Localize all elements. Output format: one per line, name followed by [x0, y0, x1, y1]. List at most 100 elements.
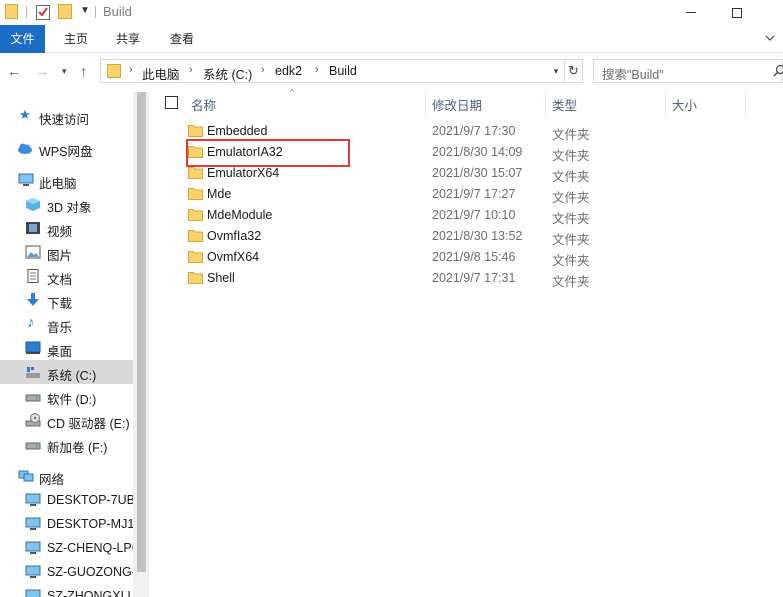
refresh-button[interactable]: ↻	[565, 59, 583, 83]
nav-item-label: 系统 (C:)	[47, 369, 97, 383]
nav-item-documents[interactable]: 文档	[0, 264, 133, 288]
column-divider[interactable]	[545, 91, 546, 117]
nav-item-software-d[interactable]: 软件 (D:)	[0, 384, 133, 408]
file-row[interactable]: EmulatorX64 2021/8/30 15:07 文件夹	[180, 163, 780, 184]
column-divider[interactable]	[425, 91, 426, 117]
column-header-name[interactable]: 名称	[191, 95, 216, 114]
window-title: Build	[103, 4, 132, 19]
new-folder-icon[interactable]	[58, 4, 72, 19]
file-date: 2021/8/30 14:09	[432, 145, 523, 159]
forward-button[interactable]: →	[35, 63, 49, 79]
maximize-icon	[732, 7, 742, 18]
navigation-bar: ← → ▾ ↑ › 此电脑 › 系统 (C:) › edk2 › Build ▾…	[0, 55, 783, 87]
file-type: 文件夹	[552, 275, 590, 289]
file-row[interactable]: Mde 2021/9/7 17:27 文件夹	[180, 184, 780, 205]
star-icon: ★	[19, 107, 31, 122]
nav-item-pictures[interactable]: 图片	[0, 240, 133, 264]
nav-item-network-computer[interactable]: SZ-CHENQ-LPC	[0, 536, 141, 560]
column-header-size[interactable]: 大小	[672, 95, 697, 114]
column-divider[interactable]	[665, 91, 666, 117]
file-type: 文件夹	[552, 191, 590, 205]
tab-share[interactable]: 共享	[107, 25, 149, 53]
nav-item-downloads[interactable]: 下载	[0, 288, 133, 312]
drive-icon	[25, 442, 41, 450]
breadcrumb-chevron-icon[interactable]: ›	[189, 64, 193, 76]
breadcrumb-system-c[interactable]: 系统 (C:)	[203, 64, 252, 83]
breadcrumb-this-pc[interactable]: 此电脑	[142, 64, 180, 83]
nav-item-label: DESKTOP-MJ1S	[47, 517, 143, 531]
nav-item-network[interactable]: 网络	[0, 464, 133, 488]
nav-item-system-c[interactable]: 系统 (C:)	[0, 360, 133, 384]
up-button[interactable]: ↑	[80, 63, 87, 79]
monitor-icon	[25, 565, 41, 578]
file-date: 2021/8/30 15:07	[432, 166, 523, 180]
address-bar[interactable]: › 此电脑 › 系统 (C:) › edk2 › Build ▾	[100, 59, 565, 83]
nav-item-label: SZ-CHENQ-LPC	[47, 541, 141, 555]
monitor-icon	[25, 493, 41, 506]
nav-item-new-volume-f[interactable]: 新加卷 (F:)	[0, 432, 133, 456]
nav-item-network-computer[interactable]: SZ-GUOZONG-	[0, 560, 136, 584]
nav-item-label: DESKTOP-7UBA	[47, 493, 144, 507]
file-row[interactable]: OvmfX64 2021/9/8 15:46 文件夹	[180, 247, 780, 268]
nav-item-label: 3D 对象	[47, 201, 92, 215]
nav-item-quick-access[interactable]: ★ 快速访问	[0, 104, 133, 128]
breadcrumb-chevron-icon[interactable]: ›	[261, 64, 265, 76]
nav-item-cd-drive-e[interactable]: CD 驱动器 (E:)	[0, 408, 133, 432]
search-icon[interactable]	[773, 64, 783, 77]
nav-pane-scrollbar[interactable]	[133, 92, 149, 597]
folder-icon	[188, 272, 203, 284]
nav-item-videos[interactable]: 视频	[0, 216, 133, 240]
file-row[interactable]: OvmfIa32 2021/8/30 13:52 文件夹	[180, 226, 780, 247]
column-divider[interactable]	[745, 91, 746, 117]
tab-view[interactable]: 查看	[161, 25, 203, 53]
maximize-button[interactable]	[714, 0, 760, 25]
music-icon: ♪	[27, 314, 35, 331]
nav-item-label: 视频	[47, 225, 73, 239]
nav-item-network-computer[interactable]: DESKTOP-MJ1S	[0, 512, 143, 536]
file-row[interactable]: MdeModule 2021/9/7 10:10 文件夹	[180, 205, 780, 226]
file-date: 2021/9/7 17:31	[432, 271, 516, 285]
scrollbar-thumb[interactable]	[137, 92, 146, 572]
network-icon	[18, 470, 34, 482]
tab-file[interactable]: 文件	[0, 25, 45, 53]
nav-item-label: SZ-ZHONGXLL	[47, 589, 135, 597]
nav-item-label: 网络	[39, 473, 65, 487]
nav-item-music[interactable]: ♪ 音乐	[0, 312, 133, 336]
minimize-button[interactable]	[668, 0, 714, 25]
nav-item-3d-objects[interactable]: 3D 对象	[0, 192, 133, 216]
search-input[interactable]: 搜索"Build"	[593, 59, 783, 83]
file-row[interactable]: EmulatorIA32 2021/8/30 14:09 文件夹	[180, 142, 780, 163]
column-header-modified[interactable]: 修改日期	[432, 95, 482, 114]
nav-item-label: 此电脑	[39, 177, 77, 191]
breadcrumb-edk2[interactable]: edk2	[275, 64, 302, 78]
file-row[interactable]: Shell 2021/9/7 17:31 文件夹	[180, 268, 780, 289]
desktop-icon	[25, 341, 41, 354]
folder-icon	[188, 167, 203, 179]
breadcrumb-chevron-icon[interactable]: ›	[129, 64, 133, 76]
file-type: 文件夹	[552, 149, 590, 163]
nav-item-desktop[interactable]: 桌面	[0, 336, 133, 360]
breadcrumb-build[interactable]: Build	[329, 64, 357, 78]
recent-locations-dropdown[interactable]: ▾	[62, 66, 67, 77]
nav-item-this-pc[interactable]: 此电脑	[0, 168, 133, 192]
nav-item-label: CD 驱动器 (E:)	[47, 417, 130, 431]
properties-icon[interactable]	[36, 4, 50, 20]
address-dropdown-icon[interactable]: ▾	[547, 60, 564, 82]
file-name: Embedded	[207, 124, 268, 138]
folder-icon	[188, 125, 203, 137]
nav-item-label: 下载	[47, 297, 73, 311]
select-all-checkbox[interactable]	[165, 96, 178, 109]
file-name: OvmfIa32	[207, 229, 262, 243]
minimize-icon	[686, 12, 696, 13]
folder-icon	[5, 4, 18, 19]
file-row[interactable]: Embedded 2021/9/7 17:30 文件夹	[180, 121, 780, 142]
nav-item-network-computer[interactable]: SZ-ZHONGXLL	[0, 584, 135, 597]
column-header-type[interactable]: 类型	[552, 95, 577, 114]
nav-item-network-computer[interactable]: DESKTOP-7UBA	[0, 488, 143, 512]
quick-access-dropdown-icon[interactable]: ▼	[80, 5, 90, 16]
nav-item-wps-cloud[interactable]: WPS网盘	[0, 136, 133, 160]
expand-ribbon-icon[interactable]	[765, 33, 775, 43]
tab-home[interactable]: 主页	[55, 25, 97, 53]
breadcrumb-chevron-icon[interactable]: ›	[315, 64, 319, 76]
back-button[interactable]: ←	[7, 63, 21, 79]
